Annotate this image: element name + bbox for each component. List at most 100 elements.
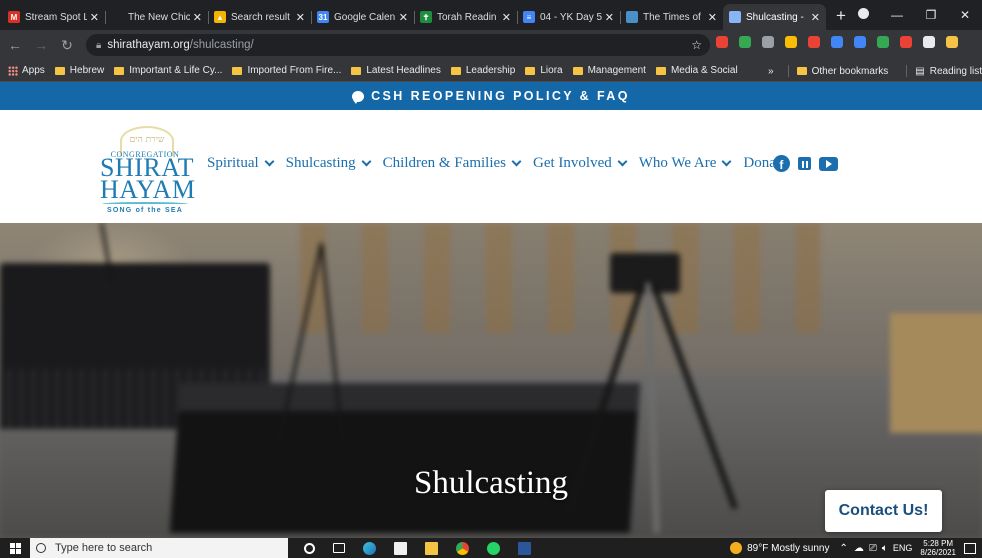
- profile-icon[interactable]: [846, 8, 880, 22]
- folder-icon: [655, 66, 666, 75]
- tab-favicon-icon: [111, 11, 123, 23]
- extension-icon[interactable]: [785, 36, 797, 48]
- weather-text[interactable]: 89°F Mostly sunny: [747, 543, 829, 554]
- nav-item-who-we-are[interactable]: Who We Are: [639, 155, 732, 172]
- reload-icon[interactable]: ↻: [56, 37, 78, 54]
- extension-icon[interactable]: [900, 36, 912, 48]
- word-icon[interactable]: [518, 541, 531, 555]
- nav-item-shulcasting[interactable]: Shulcasting: [286, 155, 372, 172]
- bookmark-folder[interactable]: Important & Life Cy...: [114, 65, 222, 76]
- bookmark-folder[interactable]: Leadership: [450, 65, 515, 76]
- reading-list[interactable]: ▤ Reading list: [915, 66, 982, 77]
- calendar-icon[interactable]: [797, 157, 811, 170]
- extension-icon[interactable]: [762, 36, 774, 48]
- language-indicator[interactable]: ENG: [893, 543, 913, 553]
- extension-icon[interactable]: [716, 36, 728, 48]
- extension-icon[interactable]: [923, 36, 935, 48]
- address-bar[interactable]: 🔒︎ shirathayam.org/shulcasting/ ☆: [86, 34, 710, 56]
- extension-icon[interactable]: [854, 36, 866, 48]
- announcement-banner[interactable]: CSH REOPENING POLICY & FAQ: [0, 82, 982, 110]
- extension-icon[interactable]: [831, 36, 843, 48]
- tab-close-icon[interactable]: ✕: [811, 11, 820, 24]
- browser-tab[interactable]: Shulcasting - ✕: [723, 4, 826, 30]
- network-icon[interactable]: ⎚: [869, 543, 877, 554]
- tray-chevron-icon[interactable]: ⌃: [840, 543, 848, 554]
- contact-us-button[interactable]: Contact Us!: [825, 490, 942, 532]
- extension-icon[interactable]: [808, 36, 820, 48]
- tab-title: 04 - YK Day 5: [540, 11, 602, 23]
- chrome-icon[interactable]: [456, 541, 469, 555]
- browser-tab[interactable]: The New Chic ✕: [105, 4, 208, 30]
- extension-icon[interactable]: [739, 36, 751, 48]
- search-icon: [36, 543, 46, 553]
- windows-start-icon[interactable]: [0, 542, 30, 554]
- messenger-icon[interactable]: [487, 541, 500, 555]
- close-window-button[interactable]: ✕: [948, 8, 982, 22]
- folder-icon: [232, 66, 243, 75]
- bookmark-folder[interactable]: Liora: [525, 65, 563, 76]
- back-arrow-icon[interactable]: ←: [4, 37, 26, 53]
- tab-favicon-icon: M: [8, 11, 20, 23]
- browser-tab[interactable]: M Stream Spot L ✕: [2, 4, 105, 30]
- taskbar-search-input[interactable]: Type here to search: [30, 538, 288, 558]
- nav-item-get-involved[interactable]: Get Involved: [533, 155, 628, 172]
- bookmark-folder[interactable]: Hebrew: [54, 65, 105, 76]
- bookmark-list: Hebrew Important & Life Cy... Imported Fro…: [54, 65, 748, 76]
- nav-item-label: Get Involved: [533, 155, 612, 171]
- clock[interactable]: 5:28 PM 8/26/2021: [920, 539, 956, 557]
- tab-close-icon[interactable]: ✕: [193, 11, 202, 24]
- browser-tab[interactable]: ✝ Torah Readin ✕: [414, 4, 517, 30]
- nav-item-donate[interactable]: Dona: [743, 155, 776, 172]
- store-icon[interactable]: [394, 541, 407, 555]
- new-tab-button[interactable]: +: [836, 6, 846, 26]
- tab-favicon-icon: ▲: [214, 11, 226, 23]
- taskbar-apps: [304, 541, 531, 555]
- bookmark-folder[interactable]: Management: [572, 65, 646, 76]
- tab-close-icon[interactable]: ✕: [90, 11, 99, 24]
- nav-item-children-families[interactable]: Children & Families: [383, 155, 522, 172]
- extension-icon[interactable]: [877, 36, 889, 48]
- tab-close-icon[interactable]: ✕: [708, 11, 717, 24]
- facebook-icon[interactable]: f: [772, 155, 790, 172]
- bookmark-folder[interactable]: Latest Headlines: [351, 65, 441, 76]
- bookmarks-right: » Other bookmarks ▤ Reading list: [768, 60, 982, 82]
- volume-icon[interactable]: 🔈︎: [882, 543, 888, 554]
- youtube-icon[interactable]: [818, 156, 838, 171]
- browser-tab[interactable]: ≡ 04 - YK Day 5 ✕: [517, 4, 620, 30]
- site-logo[interactable]: שירת הים CONGREGATION SHIRAT HAYAM SONG …: [100, 124, 195, 216]
- bookmarks-overflow-button[interactable]: »: [768, 66, 774, 77]
- browser-tab[interactable]: 31 Google Calen ✕: [311, 4, 414, 30]
- bookmark-folder[interactable]: Media & Social: [655, 65, 738, 76]
- folder-icon: [114, 66, 125, 75]
- tab-close-icon[interactable]: ✕: [502, 11, 511, 24]
- browser-tab[interactable]: The Times of ✕: [620, 4, 723, 30]
- cortana-icon[interactable]: [304, 542, 315, 554]
- apps-shortcut[interactable]: Apps: [8, 65, 45, 76]
- lock-icon[interactable]: 🔒︎: [96, 40, 101, 51]
- nav-item-label: Spiritual: [207, 155, 259, 171]
- nav-item-spiritual[interactable]: Spiritual: [207, 155, 275, 172]
- tab-favicon-icon: 31: [317, 11, 329, 23]
- bookmark-folder[interactable]: Imported From Fire...: [232, 65, 341, 76]
- forward-arrow-icon[interactable]: →: [30, 37, 52, 53]
- bookmark-star-icon[interactable]: ☆: [691, 38, 702, 52]
- edge-icon[interactable]: [363, 541, 376, 555]
- tab-close-icon[interactable]: ✕: [296, 11, 305, 24]
- browser-tab[interactable]: ▲ Search result ✕: [208, 4, 311, 30]
- hero-table: [890, 313, 982, 433]
- extension-icon[interactable]: [946, 36, 958, 48]
- restore-button[interactable]: ❐: [914, 8, 948, 22]
- window-controls: — ❐ ✕: [846, 0, 982, 30]
- tab-close-icon[interactable]: ✕: [605, 11, 614, 24]
- tab-favicon-icon: [729, 11, 741, 23]
- tab-close-icon[interactable]: ✕: [399, 11, 408, 24]
- task-view-icon[interactable]: [333, 543, 345, 553]
- file-explorer-icon[interactable]: [425, 541, 438, 555]
- chevron-down-icon: [511, 156, 522, 167]
- bookmark-label: Hebrew: [69, 65, 105, 76]
- other-bookmarks[interactable]: Other bookmarks: [796, 66, 888, 77]
- notifications-icon[interactable]: [964, 542, 976, 554]
- minimize-button[interactable]: —: [880, 8, 914, 22]
- tab-title: Search result: [231, 11, 290, 23]
- cloud-icon[interactable]: ☁: [854, 543, 864, 554]
